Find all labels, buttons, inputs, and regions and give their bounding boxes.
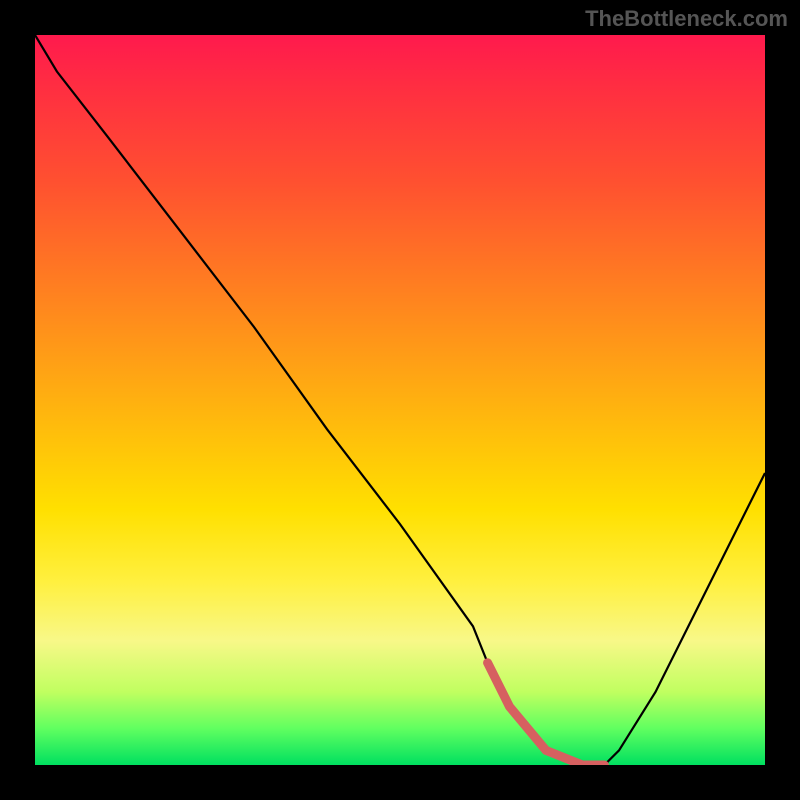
optimal-zone-highlight xyxy=(488,663,605,765)
watermark-text: TheBottleneck.com xyxy=(585,6,788,32)
chart-svg xyxy=(35,35,765,765)
plot-area xyxy=(35,35,765,765)
bottleneck-curve xyxy=(35,35,765,765)
